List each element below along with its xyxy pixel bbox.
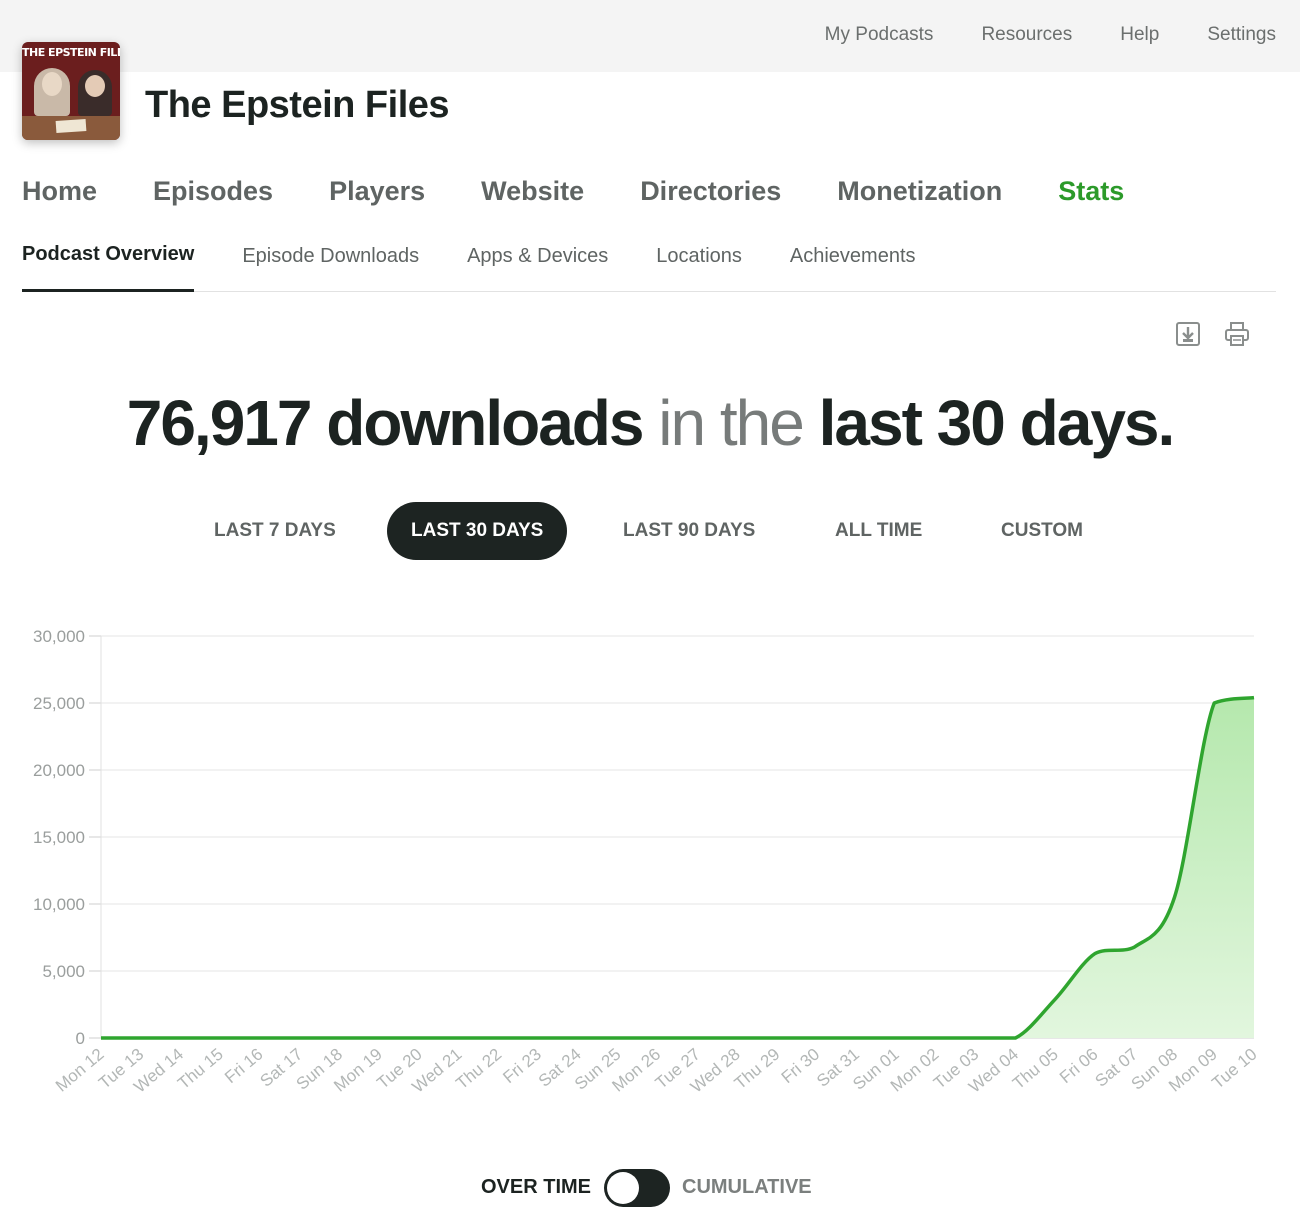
downloads-headline: 76,917 downloads in the last 30 days. xyxy=(0,386,1300,460)
tab-locations[interactable]: Locations xyxy=(656,240,742,292)
switch-knob xyxy=(607,1172,639,1204)
data-point xyxy=(576,1036,580,1040)
headline-connector: in the xyxy=(642,387,819,459)
series-area-fill xyxy=(101,697,1254,1038)
x-tick-label: Tue 10 xyxy=(1208,1045,1260,1093)
data-point xyxy=(338,1036,342,1040)
data-point xyxy=(974,1036,978,1040)
data-point xyxy=(1053,997,1057,1001)
downloads-chart: 0 5,000 10,000 15,000 20,000 25,000 30,000 Mon … xyxy=(33,627,1261,1097)
y-tick-label: 0 xyxy=(76,1029,85,1048)
mainnav-directories[interactable]: Directories xyxy=(640,174,781,208)
data-point xyxy=(417,1036,421,1040)
topnav-settings[interactable]: Settings xyxy=(1207,22,1276,48)
headline-period: last 30 days. xyxy=(818,387,1176,459)
range-last-30-days[interactable]: LAST 30 DAYS xyxy=(387,502,568,560)
mainnav-monetization[interactable]: Monetization xyxy=(837,174,1002,208)
range-last-90-days[interactable]: LAST 90 DAYS xyxy=(599,502,779,560)
tab-episode-downloads[interactable]: Episode Downloads xyxy=(242,240,419,292)
chart-mode-toggle: OVER TIME CUMULATIVE xyxy=(0,1168,1300,1208)
data-point xyxy=(218,1036,222,1040)
data-point xyxy=(377,1036,381,1040)
data-point xyxy=(854,1036,858,1040)
topnav-my-podcasts[interactable]: My Podcasts xyxy=(825,22,934,48)
toggle-label-cumulative[interactable]: CUMULATIVE xyxy=(682,1176,812,1199)
y-tick-label: 15,000 xyxy=(33,828,85,847)
podcast-cover-art[interactable]: THE EPSTEIN FILES xyxy=(22,42,120,140)
data-point xyxy=(99,1036,103,1040)
mainnav-players[interactable]: Players xyxy=(329,174,425,208)
toggle-label-over-time[interactable]: OVER TIME xyxy=(481,1176,591,1199)
x-tick-label: Thu 15 xyxy=(174,1045,227,1094)
download-icon[interactable] xyxy=(1174,320,1202,348)
stats-subnav: Podcast Overview Episode Downloads Apps … xyxy=(22,240,1276,292)
data-point xyxy=(1172,895,1176,899)
podcast-title: The Epstein Files xyxy=(145,84,450,126)
mainnav-website[interactable]: Website xyxy=(481,174,584,208)
cover-face-left xyxy=(42,72,62,96)
data-point xyxy=(616,1036,620,1040)
tab-apps-devices[interactable]: Apps & Devices xyxy=(467,240,608,292)
data-point xyxy=(695,1036,699,1040)
data-point xyxy=(1252,696,1256,700)
data-point xyxy=(179,1036,183,1040)
y-tick-label: 10,000 xyxy=(33,895,85,914)
range-custom[interactable]: CUSTOM xyxy=(977,502,1107,560)
data-point xyxy=(1212,701,1216,705)
tab-achievements[interactable]: Achievements xyxy=(790,240,916,292)
x-tick-label: Mon 12 xyxy=(52,1045,108,1096)
data-point xyxy=(934,1036,938,1040)
top-nav: My Podcasts Resources Help Settings xyxy=(825,22,1276,48)
data-point xyxy=(735,1036,739,1040)
data-point xyxy=(536,1036,540,1040)
cover-paper xyxy=(55,118,87,134)
mainnav-stats[interactable]: Stats xyxy=(1058,174,1124,208)
data-point xyxy=(258,1036,262,1040)
x-tick-label: Thu 05 xyxy=(1009,1045,1062,1094)
y-tick-label: 20,000 xyxy=(33,761,85,780)
data-point xyxy=(1013,1036,1017,1040)
data-point xyxy=(894,1036,898,1040)
cover-face-right xyxy=(85,75,105,97)
top-bar: My Podcasts Resources Help Settings xyxy=(0,0,1300,72)
topnav-help[interactable]: Help xyxy=(1120,22,1159,48)
date-range-selector: LAST 7 DAYS LAST 30 DAYS LAST 90 DAYS AL… xyxy=(0,502,1300,560)
data-point xyxy=(457,1036,461,1040)
y-tick-label: 5,000 xyxy=(42,962,85,981)
data-point xyxy=(298,1036,302,1040)
cover-title-text: THE EPSTEIN FILES xyxy=(22,46,120,59)
mode-switch[interactable] xyxy=(604,1169,670,1207)
data-point xyxy=(497,1036,501,1040)
tab-podcast-overview[interactable]: Podcast Overview xyxy=(22,240,195,292)
range-all-time[interactable]: ALL TIME xyxy=(811,502,946,560)
y-tick-label: 25,000 xyxy=(33,694,85,713)
data-point xyxy=(775,1036,779,1040)
data-point xyxy=(1133,945,1137,949)
data-point xyxy=(815,1036,819,1040)
downloads-count: 76,917 downloads xyxy=(126,387,645,459)
x-tick-label: Thu 29 xyxy=(731,1045,784,1094)
topnav-resources[interactable]: Resources xyxy=(981,22,1072,48)
x-tick-label: Thu 22 xyxy=(452,1045,505,1094)
print-icon[interactable] xyxy=(1223,320,1251,348)
data-point xyxy=(656,1036,660,1040)
mainnav-home[interactable]: Home xyxy=(22,174,97,208)
main-nav: Home Episodes Players Website Directorie… xyxy=(22,174,1124,208)
mainnav-episodes[interactable]: Episodes xyxy=(153,174,273,208)
data-point xyxy=(139,1036,143,1040)
range-last-7-days[interactable]: LAST 7 DAYS xyxy=(190,502,360,560)
y-tick-label: 30,000 xyxy=(33,627,85,646)
data-point xyxy=(1093,952,1097,956)
